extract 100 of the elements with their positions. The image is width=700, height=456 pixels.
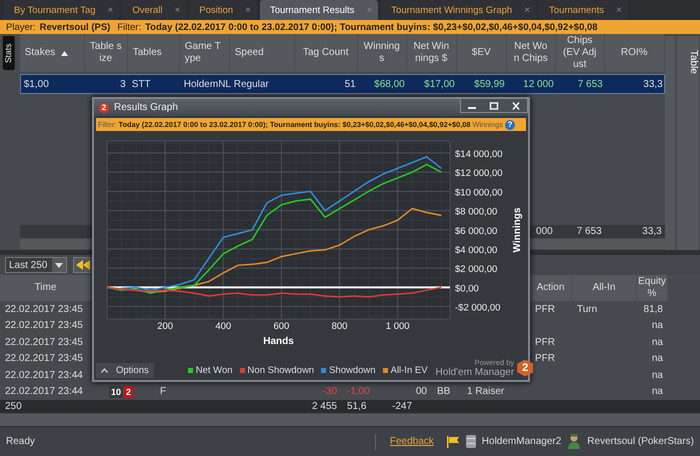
total-cell-text: 250: [4, 401, 23, 412]
table-cell-text: Regular: [232, 78, 270, 90]
column-label: Net Won Chips: [512, 41, 549, 65]
filter-text: Today (22.02.2017 0:00 to 23.02.2017 0:00); Tournament buyins: $0,23+$0,02,$0,46+$0,04,$0,92+$0,08: [145, 22, 598, 32]
total-cell-text: 2 455: [310, 401, 338, 412]
column-header[interactable]: Time: [0, 275, 92, 301]
column-header[interactable]: Action: [530, 275, 572, 301]
logo-icon: 2: [517, 360, 534, 376]
table-cell-text: 51: [344, 78, 357, 90]
legend-label: Non Showdown: [248, 365, 314, 376]
all-in-cell-text: Turn: [576, 304, 598, 315]
feedback-link[interactable]: Feedback: [390, 436, 434, 447]
caret-icon: [101, 368, 108, 373]
table-cell-text: 00: [414, 386, 428, 398]
column-header[interactable]: Chips (EV Adjust: [556, 34, 605, 72]
stats-side-tab[interactable]: Stats: [3, 36, 15, 70]
tab[interactable]: Tournament Results ×: [260, 0, 378, 20]
column-header[interactable]: Net Winnings $: [406, 34, 457, 72]
tab[interactable]: Position ×: [189, 0, 257, 20]
column-header[interactable]: Net Won Chips: [506, 34, 556, 72]
column-label: Tables: [132, 47, 162, 59]
column-label: Chips (EV Adjust: [562, 35, 598, 71]
help-button[interactable]: ?: [504, 120, 515, 130]
table-cell-text: BB: [436, 386, 452, 398]
y-tick-label: $8 000,00: [455, 206, 498, 218]
column-header[interactable]: Tables: [128, 34, 180, 72]
tab-close-button[interactable]: ×: [245, 4, 251, 16]
column-label: Stakes: [24, 47, 56, 59]
x-axis-title: Hands: [263, 336, 294, 346]
vertical-scrollbar[interactable]: [664, 36, 676, 250]
person-icon: [567, 434, 582, 449]
column-label: Game Type: [184, 41, 222, 65]
column-header[interactable]: Speed: [230, 34, 295, 72]
table-cell-text: 1 Raiser: [466, 386, 506, 398]
y-tick-label: $2 000,00: [455, 264, 498, 276]
rewind-button[interactable]: [73, 257, 94, 273]
tab[interactable]: By Tournament Tag ×: [4, 0, 120, 20]
column-label: $EV: [472, 47, 491, 59]
tab-label: Position: [199, 4, 234, 16]
y-tick-label: $6 000,00: [455, 226, 498, 237]
action-cell-text: PFR: [534, 336, 556, 348]
total-cell-text: -247: [391, 401, 414, 412]
equity-cell-text: na: [650, 320, 664, 332]
equity-cell-text: 81,8: [642, 304, 664, 315]
tab-label: Tournament Winnings Graph: [391, 4, 512, 16]
column-header[interactable]: Game Type: [180, 34, 230, 72]
column-label: ROI%: [620, 47, 648, 59]
tab-label: Tournament Results: [270, 4, 354, 16]
tab-close-button[interactable]: ×: [174, 4, 180, 16]
column-label: Winnings: [362, 41, 401, 65]
range-dropdown[interactable]: Last 250: [5, 257, 68, 273]
database-name[interactable]: HoldemManager2: [482, 436, 562, 447]
time-cell-text: 22.02.2017 23:45: [4, 304, 84, 315]
column-header[interactable]: Stakes: [20, 34, 85, 72]
tab-label: Overall: [132, 4, 162, 16]
player-name: Revertsoul (PS): [40, 22, 110, 32]
status-text: Ready: [6, 436, 35, 447]
tab[interactable]: Tournament Winnings Graph ×: [381, 0, 536, 20]
column-label: Speed: [234, 47, 264, 59]
table-cell-text: 33,3: [642, 78, 664, 90]
equity-cell-text: na: [650, 353, 664, 364]
column-header[interactable]: Winnings: [358, 34, 407, 72]
column-header[interactable]: Tag Count: [294, 34, 358, 72]
time-cell-text: 22.02.2017 23:44: [4, 370, 84, 381]
tab-close-button[interactable]: ×: [108, 4, 114, 16]
column-header[interactable]: All-In: [572, 275, 637, 301]
total-cell-text: 7 653: [576, 226, 603, 237]
table-cell-text: $17,00: [423, 78, 456, 90]
table-cell-text: 3: [119, 78, 127, 90]
flag-icon[interactable]: [446, 436, 460, 448]
y-tick-label: $10 000,00: [455, 187, 503, 198]
maximize-icon: [489, 102, 499, 110]
close-button[interactable]: [505, 99, 527, 112]
horizontal-scrollbar[interactable]: [0, 414, 700, 426]
table-cell-text: $68,00: [373, 78, 406, 90]
tab-close-button[interactable]: ×: [524, 4, 530, 16]
card-badge: 2: [124, 386, 134, 398]
tab-close-button[interactable]: ×: [616, 4, 622, 16]
column-header[interactable]: $EV: [456, 34, 507, 72]
player-account[interactable]: Revertsoul (PokerStars): [587, 436, 694, 447]
table-cell-text: $59,99: [473, 78, 506, 90]
y-tick-label: $14 000,00: [455, 149, 503, 160]
table-cell-text: F: [159, 386, 168, 398]
time-cell-text: 22.02.2017 23:45: [4, 353, 84, 364]
table-cell-text: HoldemNL: [182, 78, 231, 90]
table-side-tab[interactable]: Table: [677, 36, 699, 250]
app-badge-icon: 2: [99, 102, 109, 112]
tab[interactable]: Tournaments ×: [539, 0, 628, 20]
time-cell-text: 22.02.2017 23:45: [4, 336, 84, 348]
column-header[interactable]: Table size: [84, 34, 128, 72]
y-tick-label: $0,00: [455, 283, 479, 294]
tab[interactable]: Overall ×: [122, 0, 186, 20]
table-cell-text: STT: [130, 78, 152, 90]
table-row[interactable]: $1,00 3 STT HoldemNL Regular 51 $68,00 $17,00 $59,99 12 000 7 653 33,3: [20, 74, 665, 94]
equity-cell-text: na: [650, 336, 664, 348]
options-button[interactable]: Options: [96, 363, 154, 378]
card-badge: 10: [109, 386, 124, 398]
column-header[interactable]: Equity %: [637, 275, 668, 301]
minimize-button[interactable]: [461, 99, 483, 112]
legend-label: Showdown: [329, 365, 376, 376]
